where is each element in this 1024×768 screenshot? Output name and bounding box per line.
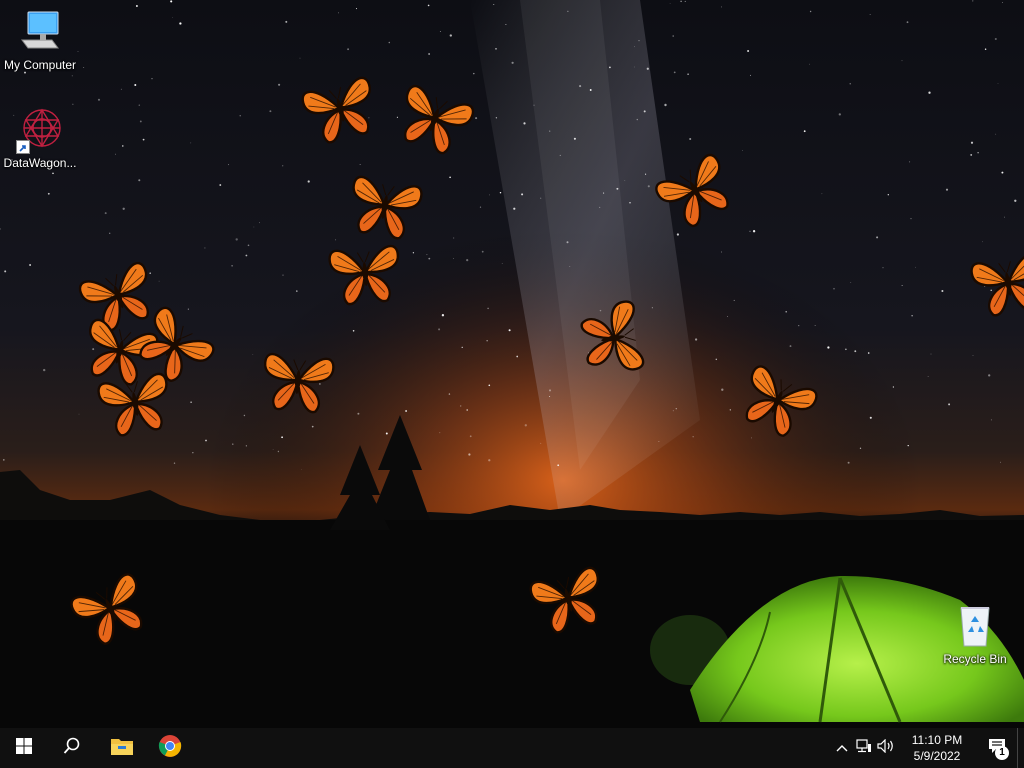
search-button[interactable] <box>48 728 96 768</box>
show-desktop-button[interactable] <box>1017 728 1024 768</box>
windows-start-icon <box>16 737 32 759</box>
taskbar-clock[interactable]: 11:10 PM 5/9/2022 <box>897 732 977 764</box>
network-icon <box>856 738 872 758</box>
clock-date: 5/9/2022 <box>913 749 961 763</box>
desktop-icon-label: My Computer <box>3 58 77 72</box>
chrome-icon <box>158 734 182 763</box>
taskbar-chrome[interactable] <box>146 728 194 768</box>
volume-button[interactable] <box>875 728 897 768</box>
recycle-bin-icon <box>951 602 999 650</box>
desktop-icon-datawagon[interactable]: DataWagon... <box>0 106 80 170</box>
show-hidden-icons-button[interactable] <box>831 728 853 768</box>
clock-time: 11:10 PM <box>911 733 963 747</box>
datawagon-icon <box>16 106 64 154</box>
desktop-wallpaper <box>0 0 1024 728</box>
taskbar-file-explorer[interactable] <box>98 728 146 768</box>
system-tray: 11:10 PM 5/9/2022 1 <box>831 728 1024 768</box>
desktop-icon-label: Recycle Bin <box>943 652 1007 666</box>
volume-icon <box>877 738 895 758</box>
desktop-icon-my-computer[interactable]: My Computer <box>0 8 80 72</box>
search-icon <box>63 737 81 760</box>
action-center-button[interactable]: 1 <box>977 728 1017 768</box>
taskbar: 11:10 PM 5/9/2022 1 <box>0 728 1024 768</box>
shortcut-arrow-icon <box>16 140 30 154</box>
notification-count-badge: 1 <box>995 746 1009 760</box>
computer-icon <box>16 8 64 56</box>
folder-icon <box>110 736 134 761</box>
desktop-icon-label: DataWagon... <box>3 156 77 170</box>
start-button[interactable] <box>0 728 48 768</box>
chevron-up-icon <box>836 739 848 757</box>
desktop-icon-recycle-bin[interactable]: Recycle Bin <box>935 602 1015 666</box>
network-button[interactable] <box>853 728 875 768</box>
